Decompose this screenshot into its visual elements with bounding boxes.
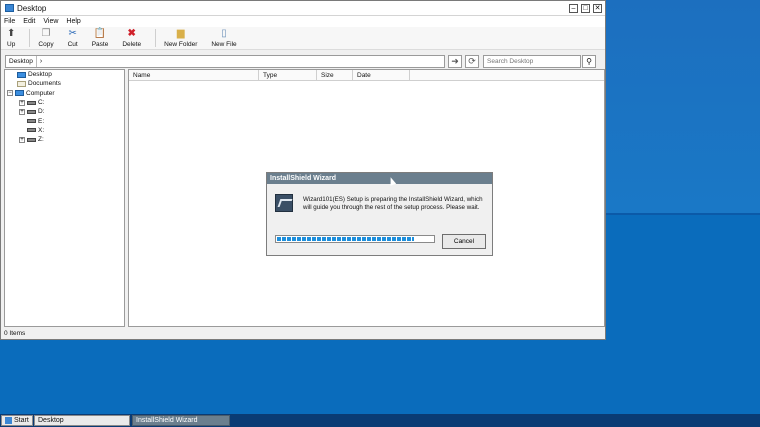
title-bar[interactable]: Desktop – □ ✕ [1, 1, 605, 16]
scissors-icon: ✂ [68, 28, 77, 39]
taskbar: Start Desktop InstallShield Wizard [0, 414, 760, 427]
cancel-button[interactable]: Cancel [442, 234, 486, 249]
menu-bar: File Edit View Help [1, 16, 605, 27]
folder-tree: Desktop Documents − Computer + C: + D: E: X… [4, 69, 125, 327]
up-arrow-icon: ⬆ [7, 28, 16, 39]
column-type[interactable]: Type [259, 70, 317, 80]
status-text: 0 Items [4, 330, 26, 337]
folder-app-icon [5, 4, 14, 12]
up-button[interactable]: ⬆ Up [7, 27, 16, 49]
start-button[interactable]: Start [1, 415, 33, 426]
tree-item-documents[interactable]: Documents [5, 79, 124, 88]
expand-icon[interactable]: + [19, 136, 25, 143]
taskbar-item-installshield[interactable]: InstallShield Wizard [132, 415, 230, 426]
column-name[interactable]: Name [129, 70, 259, 80]
expand-icon[interactable]: + [19, 108, 25, 115]
column-size[interactable]: Size [317, 70, 353, 80]
search-input[interactable] [483, 54, 581, 68]
computer-icon [15, 90, 24, 97]
new-folder-icon: ▆ [176, 28, 185, 39]
toolbar: ⬆ Up ❐ Copy ✂ Cut 📋 Paste ✖ Delete ▆ New… [1, 27, 605, 50]
explorer-window: Desktop – □ ✕ File Edit View Help ⬆ Up ❐… [0, 0, 606, 340]
tree-item-drive-z[interactable]: + Z: [5, 135, 124, 144]
new-file-icon: ▯ [221, 28, 227, 39]
breadcrumb-desktop[interactable]: Desktop [6, 55, 37, 67]
start-icon [5, 417, 12, 424]
installshield-dialog: InstallShield Wizard Wizard101(ES) Setup… [266, 172, 493, 256]
menu-view[interactable]: View [43, 18, 58, 25]
drive-icon [27, 100, 36, 105]
tree-item-desktop[interactable]: Desktop [5, 70, 124, 79]
paste-button[interactable]: 📋 Paste [92, 27, 109, 49]
monitor-icon [17, 71, 26, 78]
new-folder-button[interactable]: ▆ New Folder [164, 27, 197, 49]
installer-icon [275, 194, 293, 212]
collapse-icon[interactable]: − [7, 90, 13, 97]
refresh-button[interactable]: ⟳ [465, 54, 479, 68]
copy-button[interactable]: ❐ Copy [38, 27, 53, 49]
delete-button[interactable]: ✖ Delete [122, 27, 141, 49]
drive-icon [27, 128, 36, 133]
chevron-right-icon[interactable]: › [37, 58, 45, 65]
refresh-icon: ⟳ [468, 55, 476, 66]
documents-icon [17, 80, 26, 87]
expand-icon[interactable]: + [19, 99, 25, 106]
menu-help[interactable]: Help [66, 18, 80, 25]
tree-item-computer[interactable]: − Computer [5, 89, 124, 98]
drive-icon [27, 137, 36, 142]
tree-item-drive-c[interactable]: + C: [5, 98, 124, 107]
search-button[interactable]: ⚲ [582, 54, 596, 68]
progress-bar [275, 235, 435, 243]
taskbar-item-desktop[interactable]: Desktop [34, 415, 130, 426]
window-title: Desktop [17, 3, 47, 13]
maximize-button[interactable]: □ [581, 3, 590, 13]
cut-button[interactable]: ✂ Cut [68, 27, 78, 49]
go-arrow-button[interactable]: ➜ [448, 54, 462, 68]
column-headers: Name Type Size Date [129, 70, 604, 81]
drive-icon [27, 119, 36, 124]
delete-icon: ✖ [127, 28, 136, 39]
progress-fill [277, 237, 415, 241]
breadcrumb[interactable]: Desktop › [5, 54, 445, 68]
dialog-message: Wizard101(ES) Setup is preparing the Ins… [303, 196, 483, 211]
new-file-button[interactable]: ▯ New File [211, 27, 236, 49]
tree-item-drive-e[interactable]: E: [5, 116, 124, 125]
dialog-title[interactable]: InstallShield Wizard [267, 173, 492, 184]
tree-item-drive-d[interactable]: + D: [5, 107, 124, 116]
drive-icon [27, 109, 36, 114]
paste-icon: 📋 [93, 28, 107, 39]
copy-icon: ❐ [41, 28, 51, 39]
menu-file[interactable]: File [4, 18, 15, 25]
address-bar: Desktop › ➜ ⟳ ⚲ [1, 52, 605, 70]
menu-edit[interactable]: Edit [23, 18, 35, 25]
search-icon: ⚲ [586, 56, 592, 66]
minimize-button[interactable]: – [569, 3, 578, 13]
arrow-right-icon: ➜ [451, 55, 459, 66]
column-date[interactable]: Date [353, 70, 410, 80]
tree-item-drive-x[interactable]: X: [5, 126, 124, 135]
close-button[interactable]: ✕ [593, 3, 602, 13]
